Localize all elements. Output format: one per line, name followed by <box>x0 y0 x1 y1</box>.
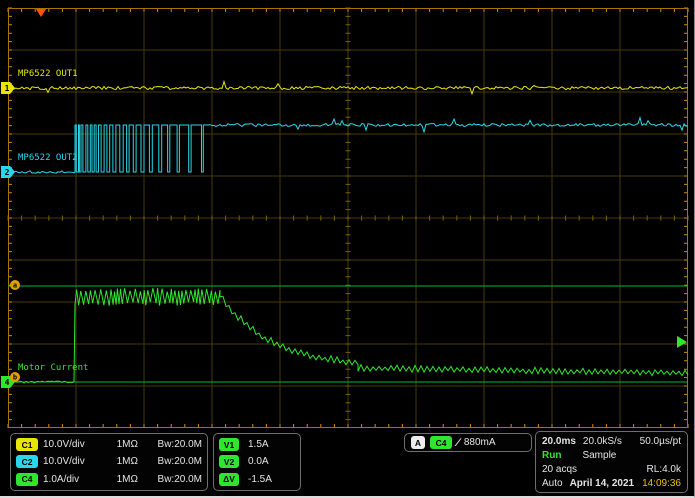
channel-4-settings[interactable]: C4 1.0A/div 1MΩ Bw:20.0M <box>16 471 202 487</box>
cursor-readout-box[interactable]: V1 1.5A V2 0.0A ΔV -1.5A <box>213 433 301 491</box>
status-row: Auto April 14, 2021 14:09:36 <box>542 476 681 490</box>
cursor-delta-badge: ΔV <box>219 473 239 486</box>
rising-edge-icon: ∕ <box>456 437 460 449</box>
oscilloscope-screen: MP6522 OUT1 MP6522 OUT2 Motor Current 1 2 4 a b… <box>0 0 695 498</box>
resolution: 50.0µs/pt <box>640 436 681 447</box>
channel-1-impedance: 1MΩ <box>106 439 138 450</box>
cursor-v1-value: 1.5A <box>248 439 269 450</box>
cursor-a-marker-label: a <box>13 282 17 290</box>
trigger-level-value: 880mA <box>464 437 496 448</box>
cursor-v2-badge: V2 <box>219 455 239 468</box>
channel-4-bandwidth: Bw:20.0M <box>143 474 202 485</box>
channel-1-scale: 10.0V/div <box>43 439 101 450</box>
channel-1-badge[interactable]: C1 <box>16 438 38 451</box>
trigger-position-marker[interactable] <box>36 9 46 17</box>
cursor-b-marker-label: b <box>13 374 17 382</box>
channel-4-position-marker-label: 4 <box>5 378 10 387</box>
acquisition-mode: Sample <box>582 450 616 461</box>
channel-4-impedance: 1MΩ <box>106 474 138 485</box>
trigger-readout-box[interactable]: A C4 ∕ 880mA <box>404 433 532 452</box>
channel-2-impedance: 1MΩ <box>106 456 138 467</box>
channel-2-settings[interactable]: C2 10.0V/div 1MΩ Bw:20.0M <box>16 454 202 470</box>
trigger-source-badge[interactable]: C4 <box>430 436 452 449</box>
readout-bar: C1 10.0V/div 1MΩ Bw:20.0M C2 10.0V/div 1… <box>0 428 695 496</box>
waveform-display: MP6522 OUT1 MP6522 OUT2 Motor Current 1 2 4 a b <box>0 0 695 430</box>
timebase-value: 20.0ms <box>542 436 576 447</box>
cursor-delta-row: ΔV -1.5A <box>219 471 295 487</box>
channel-2-scale: 10.0V/div <box>43 456 101 467</box>
channel-1-position-marker-label: 1 <box>5 84 10 93</box>
vertical-settings-box[interactable]: C1 10.0V/div 1MΩ Bw:20.0M C2 10.0V/div 1… <box>10 433 208 491</box>
trigger-level-marker[interactable] <box>677 336 687 348</box>
channel-2-bandwidth: Bw:20.0M <box>143 456 202 467</box>
trace-label-c2: MP6522 OUT2 <box>18 153 78 163</box>
acquisition-count: 20 acqs <box>542 464 577 475</box>
channel-4-badge[interactable]: C4 <box>16 473 38 486</box>
record-length: RL:4.0k <box>647 464 681 475</box>
cursor-v2-value: 0.0A <box>248 456 269 467</box>
trigger-a-badge: A <box>411 436 425 449</box>
run-row: Run Sample <box>542 448 681 462</box>
channel-2-position-marker-label: 2 <box>5 168 10 177</box>
trace-label-c4: Motor Current <box>18 363 88 373</box>
channel-2-badge[interactable]: C2 <box>16 455 38 468</box>
cursor-v1-badge: V1 <box>219 438 239 451</box>
acqs-row: 20 acqs RL:4.0k <box>542 462 681 476</box>
cursor-v2-row: V2 0.0A <box>219 454 295 470</box>
channel-4-scale: 1.0A/div <box>43 474 101 485</box>
sample-rate: 20.0kS/s <box>583 436 622 447</box>
acquisition-box[interactable]: 20.0ms 20.0kS/s 50.0µs/pt Run Sample 20 … <box>535 431 688 493</box>
timebase-row: 20.0ms 20.0kS/s 50.0µs/pt <box>542 434 681 448</box>
channel-1-settings[interactable]: C1 10.0V/div 1MΩ Bw:20.0M <box>16 437 202 453</box>
cursor-v1-row: V1 1.5A <box>219 437 295 453</box>
run-status: Run <box>542 450 561 461</box>
channel-1-bandwidth: Bw:20.0M <box>143 439 202 450</box>
date-display: April 14, 2021 <box>570 478 634 489</box>
trigger-mode: Auto <box>542 478 563 489</box>
cursor-delta-value: -1.5A <box>248 474 272 485</box>
trace-label-c1: MP6522 OUT1 <box>18 69 78 79</box>
clock-display: 14:09:36 <box>642 478 681 489</box>
